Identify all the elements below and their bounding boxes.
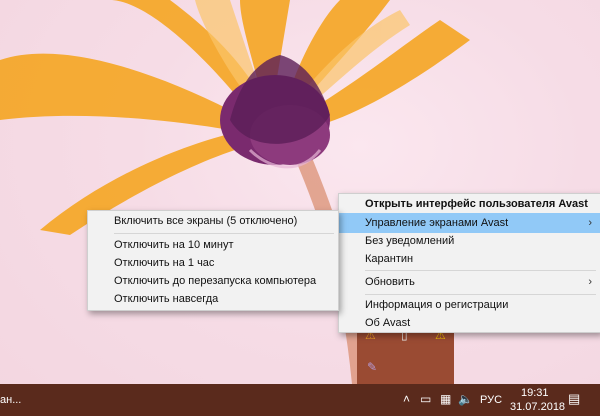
menu-item-no-notifications[interactable]: Без уведомлений [339, 231, 600, 251]
avast-context-menu: Открыть интерфейс пользователя Avast Упр… [338, 193, 600, 333]
menu-item-label: Управление экранами Avast [365, 217, 509, 229]
chevron-right-icon: › [588, 276, 592, 288]
menu-item-update[interactable]: Обновить › [339, 272, 600, 292]
menu-separator [365, 270, 596, 271]
submenu-disable-forever[interactable]: Отключить навсегда [88, 289, 338, 309]
battery-icon[interactable]: ▭ [420, 392, 431, 406]
clock-date[interactable]: 31.07.2018 [510, 401, 565, 413]
notifications-icon[interactable]: ▤ [568, 391, 580, 407]
chevron-right-icon: › [588, 217, 592, 229]
menu-item-quarantine[interactable]: Карантин [339, 249, 600, 269]
submenu-enable-all[interactable]: Включить все экраны (5 отключено) [88, 211, 338, 231]
menu-item-registration-info[interactable]: Информация о регистрации [339, 295, 600, 315]
clock-time[interactable]: 19:31 [521, 387, 549, 399]
menu-item-about[interactable]: Об Avast [339, 313, 600, 333]
submenu-disable-10-min[interactable]: Отключить на 10 минут [88, 235, 338, 255]
pen-icon[interactable]: ✎ [367, 360, 377, 374]
volume-icon[interactable]: 🔈 [458, 392, 473, 406]
taskbar-app-label[interactable]: ан... [0, 394, 21, 406]
menu-item-open-ui[interactable]: Открыть интерфейс пользователя Avast [339, 194, 600, 214]
submenu-disable-until-restart[interactable]: Отключить до перезапуска компьютера [88, 271, 338, 291]
chevron-up-icon[interactable]: ˄ [403, 392, 410, 406]
shields-submenu: Включить все экраны (5 отключено) Отключ… [87, 210, 339, 311]
submenu-disable-1-hour[interactable]: Отключить на 1 час [88, 253, 338, 273]
language-indicator[interactable]: РУС [480, 394, 502, 406]
network-icon[interactable]: ▦ [440, 392, 451, 406]
menu-item-label: Обновить [365, 276, 415, 288]
taskbar: ан... ˄ ▭ ▦ 🔈 РУС 19:31 31.07.2018 ▤ [0, 384, 600, 416]
menu-item-manage-shields[interactable]: Управление экранами Avast › [339, 213, 600, 233]
menu-separator [114, 233, 334, 234]
